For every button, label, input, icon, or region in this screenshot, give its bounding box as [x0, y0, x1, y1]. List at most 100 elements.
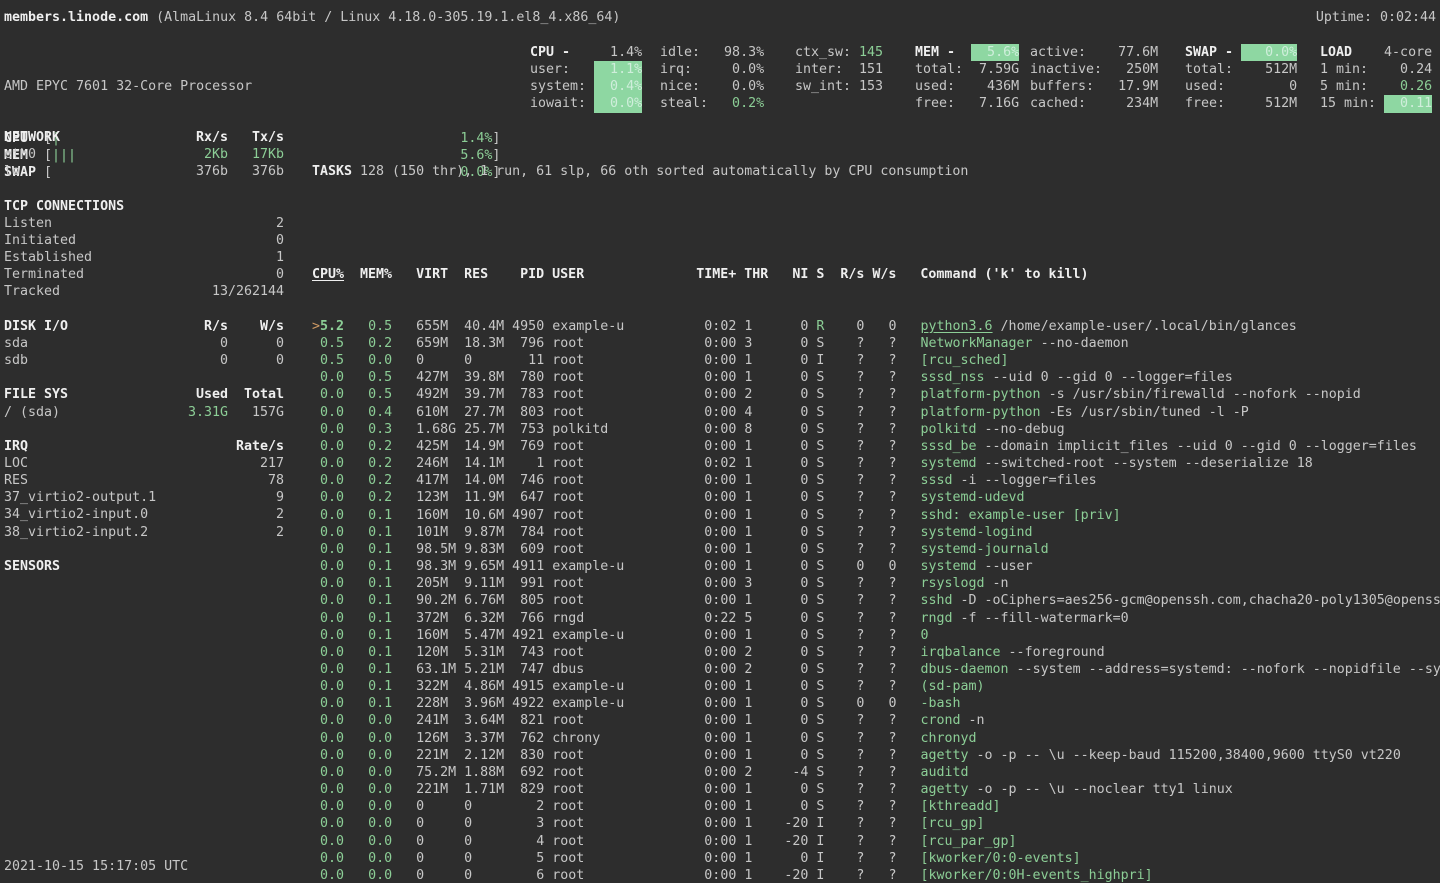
process-details: 75.2M 1.88M 692 root 0:00 2 -4 [392, 764, 816, 781]
stat-value: 0.0% [594, 95, 642, 112]
process-mem-percent: 0.0 [344, 867, 392, 883]
process-selection-marker [312, 438, 320, 455]
process-io: ? ? [824, 352, 920, 369]
process-command: dbus-daemon [920, 661, 1008, 678]
process-details: 123M 11.9M 647 root 0:00 1 0 [392, 489, 816, 506]
sidebar-row-name: / (sda) [4, 404, 172, 421]
sidebar-row-34-virtio2-input-0: 34_virtio2-input.02 [4, 506, 284, 523]
sidebar-col2-header [228, 198, 284, 215]
process-table-header: CPU% MEM% VIRT RES PID USER TIME+ THR NI… [312, 266, 1440, 283]
process-command: sssd_nss [920, 369, 984, 386]
process-details: 372M 6.32M 766 rngd 0:22 5 0 [392, 610, 816, 627]
process-command-args: /home/example-user/.local/bin/glances [993, 318, 1297, 335]
stat-row-total-: total: 512M [1185, 61, 1297, 78]
tasks-summary: 128 (150 thr), 1 run, 61 slp, 66 oth sor… [360, 163, 968, 180]
process-io: ? ? [824, 575, 920, 592]
process-state: I [816, 850, 824, 867]
process-cpu-percent: 0.0 [320, 695, 344, 712]
stat-row-idle-: idle: 98.3% [660, 44, 764, 61]
process-selection-marker [312, 489, 320, 506]
hostname: members.linode.com [4, 9, 148, 26]
process-io: 0 0 [824, 695, 920, 712]
sidebar-block-tcp-connections: TCP CONNECTIONSListen2Initiated0Establis… [4, 198, 284, 301]
process-command-args: -Es /usr/sbin/tuned -l -P [1041, 404, 1249, 421]
process-cpu-percent: 0.0 [320, 712, 344, 729]
stat-value: 0.0% [716, 78, 764, 95]
sidebar-row-value1 [172, 266, 228, 283]
stat-label: inter: [795, 61, 859, 78]
sidebar-row-value2: 0 [228, 352, 284, 369]
stat-value: 151 [859, 61, 883, 78]
terminal-screen[interactable]: members.linode.com (AlmaLinux 8.4 64bit … [0, 0, 1440, 883]
sidebar-row-value2: 0 [228, 232, 284, 249]
process-row-pid-2: 0.0 0.0 0 0 2 root 0:00 1 0 S ? ? [kthre… [312, 798, 1440, 815]
process-cpu-percent: 0.0 [320, 455, 344, 472]
process-state: I [816, 352, 824, 369]
process-mem-percent: 0.1 [344, 610, 392, 627]
stat-label: total: [1185, 61, 1241, 78]
sidebar-row-value1: 3.31G [172, 404, 228, 421]
process-selection-marker [312, 335, 320, 352]
process-row-pid-746: 0.0 0.2 417M 14.0M 746 root 0:00 1 0 S ?… [312, 472, 1440, 489]
process-cpu-percent: 0.0 [320, 661, 344, 678]
stat-row-iowait-: iowait: 0.0% [530, 95, 642, 112]
sidebar-block-title: SENSORS [4, 558, 172, 575]
sidebar-block-network: NETWORKRx/sTx/seth02Kb17Kblo376b376b [4, 129, 284, 180]
process-row-pid-796: 0.5 0.2 659M 18.3M 796 root 0:00 3 0 S ?… [312, 335, 1440, 352]
process-details: 101M 9.87M 784 root 0:00 1 0 [392, 524, 816, 541]
sidebar-row-name: Tracked [4, 283, 156, 300]
process-state: S [816, 610, 824, 627]
process-selection-marker [312, 386, 320, 403]
process-details: 241M 3.64M 821 root 0:00 1 0 [392, 712, 816, 729]
stat-label: ctx_sw: [795, 44, 859, 61]
process-mem-percent: 0.0 [344, 712, 392, 729]
uptime: Uptime: 0:02:44 [1316, 9, 1436, 26]
process-mem-percent: 0.2 [344, 335, 392, 352]
stat-column-6: LOAD 4-core1 min: 0.245 min: 0.2615 min:… [1320, 44, 1432, 113]
process-cpu-percent: 0.0 [320, 489, 344, 506]
sidebar-row-value2: 1 [228, 249, 284, 266]
process-selection-marker [312, 541, 320, 558]
process-io: 0 0 [824, 318, 920, 335]
process-command: polkitd [920, 421, 976, 438]
process-mem-percent: 0.0 [344, 850, 392, 867]
sidebar-row-value1: 0 [172, 335, 228, 352]
process-details: 659M 18.3M 796 root 0:00 3 0 [392, 335, 816, 352]
process-selection-marker [312, 524, 320, 541]
sidebar-row-value2: 0 [228, 335, 284, 352]
process-selection-marker [312, 421, 320, 438]
process-row-pid-821: 0.0 0.0 241M 3.64M 821 root 0:00 1 0 S ?… [312, 712, 1440, 729]
sidebar-row-name: 38_virtio2-input.2 [4, 524, 172, 541]
stat-value: 1.1% [594, 61, 642, 78]
stat-label: SWAP - [1185, 44, 1241, 61]
process-command-args: --uid 0 --gid 0 --logger=files [985, 369, 1233, 386]
process-details: 417M 14.0M 746 root 0:00 1 0 [392, 472, 816, 489]
stat-column-2: ctx_sw: 145inter: 151sw_int: 153 [795, 44, 883, 95]
process-io: ? ? [824, 455, 920, 472]
process-mem-percent: 0.0 [344, 747, 392, 764]
process-details: 160M 5.47M 4921 example-u 0:00 1 0 [392, 627, 816, 644]
process-cpu-percent: 5.2 [320, 318, 344, 335]
stat-label: MEM - [915, 44, 971, 61]
sidebar-block-title: IRQ [4, 438, 172, 455]
process-command: auditd [920, 764, 968, 781]
process-command: systemd-udevd [920, 489, 1024, 506]
stat-label: free: [1185, 95, 1241, 112]
process-io: ? ? [824, 798, 920, 815]
process-selection-marker [312, 644, 320, 661]
stat-label: sw_int: [795, 78, 859, 95]
process-command: [rcu_par_gp] [920, 833, 1016, 850]
process-mem-percent: 0.2 [344, 489, 392, 506]
stat-value: 234M [1110, 95, 1158, 112]
process-command: [kworker/0:0H-events_highpri] [920, 867, 1152, 883]
process-row-pid-4911: 0.0 0.1 98.3M 9.65M 4911 example-u 0:00 … [312, 558, 1440, 575]
process-row-pid-991: 0.0 0.1 205M 9.11M 991 root 0:00 3 0 S ?… [312, 575, 1440, 592]
process-cpu-percent: 0.0 [320, 558, 344, 575]
process-command-args: --domain implicit_files --uid 0 --gid 0 … [977, 438, 1417, 455]
process-io: ? ? [824, 369, 920, 386]
process-state: I [816, 833, 824, 850]
sidebar-row-value1 [172, 524, 228, 541]
process-selection-marker [312, 404, 320, 421]
process-row-pid-769: 0.0 0.2 425M 14.9M 769 root 0:00 1 0 S ?… [312, 438, 1440, 455]
sidebar-row-sdb: sdb00 [4, 352, 284, 369]
